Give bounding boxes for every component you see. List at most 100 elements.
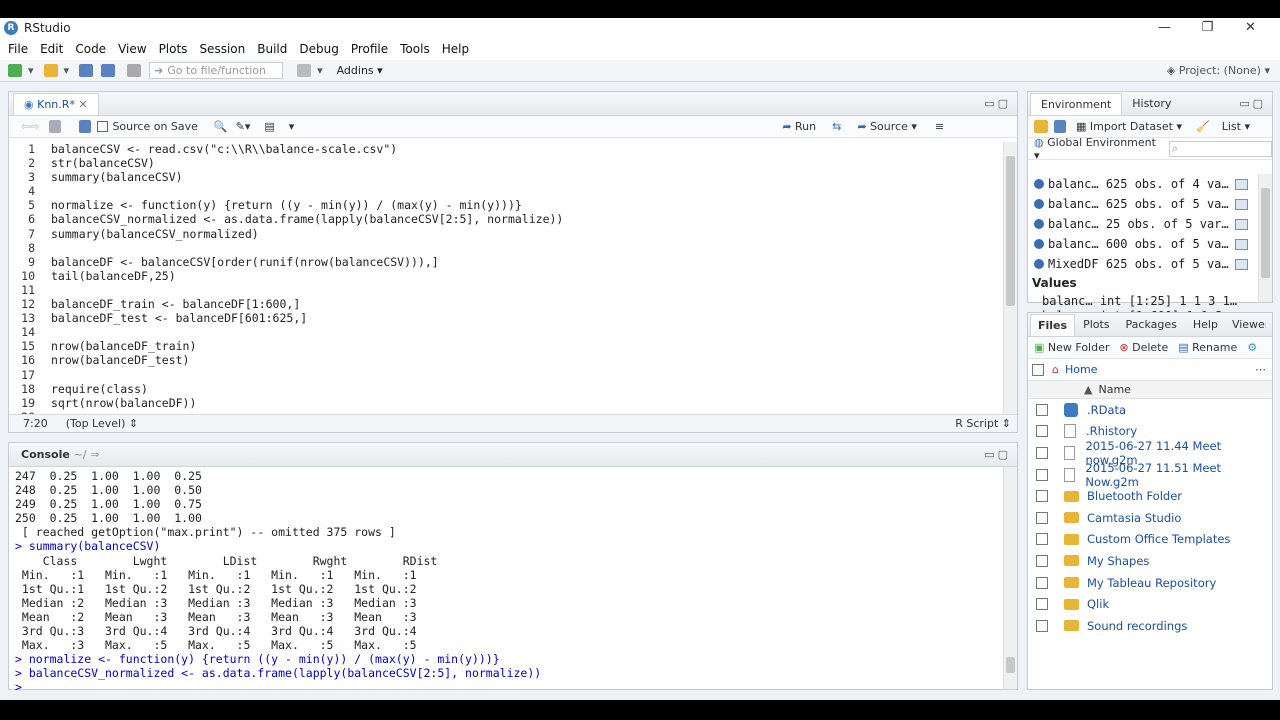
view-data-icon[interactable] [1235,258,1248,270]
file-checkbox[interactable] [1036,425,1048,438]
menu-debug[interactable]: Debug [293,42,344,56]
list-view-button[interactable]: List ▾ [1222,120,1250,133]
env-row[interactable]: balanc… 625 obs. of 4 va… [1028,174,1258,194]
source-on-save-checkbox[interactable] [97,121,109,132]
env-row[interactable]: MixedDF 625 obs. of 5 va… [1028,254,1258,274]
file-name[interactable]: My Shapes [1087,554,1149,568]
minimize-icon[interactable]: — [1143,18,1186,38]
console-output[interactable]: 247 0.25 1.00 1.00 0.25 248 0.25 1.00 1.0… [15,469,541,695]
tab-packages[interactable]: Packages [1118,314,1185,336]
code-line[interactable]: 1 balanceCSV <- read.csv("c:\\R\\balance-… [9,142,563,156]
tab-help[interactable]: Help [1185,314,1226,336]
code-line[interactable]: 14 [9,325,563,339]
code-line[interactable]: 2 str(balanceCSV) [9,156,563,170]
file-checkbox[interactable] [1036,533,1048,546]
home-icon[interactable]: ⌂ [1052,363,1059,376]
back-icon[interactable]: ⇦⇨ [21,120,39,133]
code-line[interactable]: 12 balanceDF_train <- balanceDF[1:600,] [9,297,563,311]
file-name[interactable]: 2015-06-27 11.51 Meet Now.g2m [1085,461,1272,489]
code-line[interactable]: 4 [9,184,563,198]
menu-code[interactable]: Code [69,42,112,56]
file-checkbox[interactable] [1036,576,1048,589]
file-checkbox[interactable] [1036,511,1048,524]
search-icon[interactable]: 🔍 [214,120,228,133]
menu-view[interactable]: View [112,42,152,56]
chevron-down-icon[interactable]: ▾ [317,64,323,77]
run-button[interactable]: ➦ Run [782,120,816,133]
file-checkbox[interactable] [1036,468,1048,481]
delete-button[interactable]: ⊗ Delete [1119,341,1168,354]
code-line[interactable]: 8 [9,241,563,255]
menu-edit[interactable]: Edit [34,42,69,56]
source-button[interactable]: ➦ Source ▾ [857,120,917,133]
addins-button[interactable]: Addins ▾ [337,64,383,77]
file-name[interactable]: My Tableau Repository [1087,576,1216,590]
outline-icon[interactable]: ≡ [935,120,944,133]
menu-profile[interactable]: Profile [345,42,394,56]
pane-controls[interactable]: ▭▢ [984,448,1011,461]
editor-scrollbar[interactable] [1003,142,1017,414]
code-line[interactable]: 6 balanceCSV_normalized <- as.data.frame(… [9,212,563,226]
env-value-row[interactable]: balanc… int [1:25] 1 1 3 1… [1028,292,1258,309]
file-checkbox[interactable] [1036,490,1048,503]
console-scrollbar[interactable] [1003,467,1017,689]
code-line[interactable]: 15 nrow(balanceDF_train) [9,339,563,353]
restore-icon[interactable]: ❐ [1186,18,1229,38]
file-row[interactable]: .RData [1028,399,1272,421]
magic-wand-icon[interactable]: ✎▾ [236,120,251,133]
env-row[interactable]: balanc… 625 obs. of 5 va… [1028,194,1258,214]
go-to-directory-icon[interactable]: ⇒ [90,448,99,461]
tab-environment[interactable]: Environment [1030,93,1123,115]
file-name[interactable]: Camtasia Studio [1087,511,1181,525]
file-name[interactable]: Qlik [1087,597,1109,611]
view-data-icon[interactable] [1235,178,1248,190]
expand-icon[interactable] [1034,259,1044,269]
file-row[interactable]: Sound recordings [1028,615,1272,637]
scope-dropdown[interactable]: ◍ Global Environment ▾ [1034,136,1159,162]
file-name[interactable]: Sound recordings [1087,619,1187,633]
code-line[interactable]: 17 [9,368,563,382]
code-line[interactable]: 9 balanceDF <- balanceCSV[order(runif(nro… [9,255,563,269]
console-title[interactable]: Console ~/ ⇒ [11,444,110,466]
menu-file[interactable]: File [2,42,34,56]
file-checkbox[interactable] [1036,446,1048,459]
save-workspace-icon[interactable] [1054,120,1066,133]
gear-icon[interactable]: ⚙ [1247,341,1257,354]
view-data-icon[interactable] [1235,218,1248,230]
tab-plots[interactable]: Plots [1075,314,1117,336]
file-row[interactable]: 2015-06-27 11.51 Meet Now.g2m [1028,461,1272,489]
environment-scrollbar[interactable] [1258,174,1272,302]
expand-icon[interactable] [1034,219,1044,229]
sort-up-icon[interactable]: ▲ [1084,383,1092,396]
code-line[interactable]: 10 tail(balanceDF,25) [9,269,563,283]
new-folder-button[interactable]: ▣ New Folder [1034,341,1109,354]
file-name[interactable]: Custom Office Templates [1087,532,1230,546]
file-name[interactable]: Bluetooth Folder [1087,489,1182,503]
file-name[interactable]: .Rhistory [1086,424,1137,438]
rename-button[interactable]: ▤ Rename [1178,341,1237,354]
file-checkbox[interactable] [1036,598,1048,611]
menu-session[interactable]: Session [193,42,251,56]
save-all-icon[interactable] [101,64,116,77]
env-row[interactable]: balanc… 25 obs. of 5 var… [1028,214,1258,234]
code-line[interactable]: 18 require(class) [9,382,563,396]
load-workspace-icon[interactable] [1034,120,1048,133]
environment-search-input[interactable]: ⌕ [1168,140,1272,157]
compile-report-icon[interactable]: ▤ [264,120,274,133]
code-line[interactable]: 13 balanceDF_test <- balanceDF[601:625,] [9,311,563,325]
more-icon[interactable]: ⋯ [1255,363,1266,376]
tab-files[interactable]: Files [1030,314,1076,336]
new-file-icon[interactable] [8,64,22,77]
menu-help[interactable]: Help [436,42,475,56]
view-data-icon[interactable] [1235,238,1248,250]
file-row[interactable]: Qlik [1028,593,1272,615]
pane-controls[interactable]: ▭▢ [984,97,1011,110]
tab-history[interactable]: History [1122,93,1181,115]
code-line[interactable]: 3 summary(balanceCSV) [9,170,563,184]
menu-plots[interactable]: Plots [153,42,194,56]
close-icon[interactable]: ✕ [1229,18,1272,38]
chevron-down-icon[interactable]: ▾ [289,120,295,133]
view-data-icon[interactable] [1235,198,1248,210]
expand-icon[interactable] [1034,199,1044,209]
file-checkbox[interactable] [1036,403,1048,416]
